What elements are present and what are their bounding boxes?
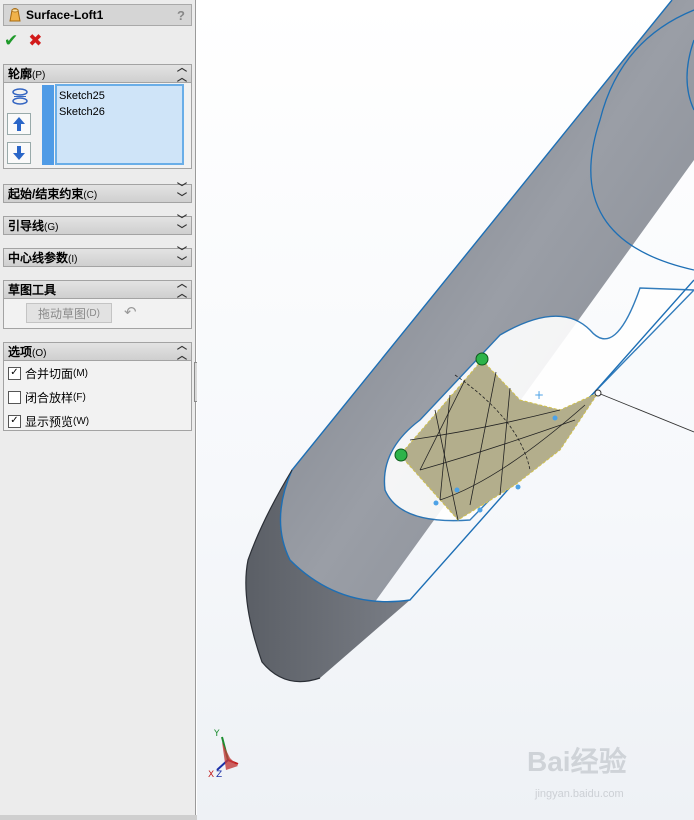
centerline-parameters-label: 中心线参数(I) [8, 251, 78, 265]
help-icon[interactable]: ? [177, 8, 185, 23]
drag-sketch-button[interactable]: 拖动草图 (D) [26, 303, 112, 323]
start-end-constraints-label: 起始/结束约束(C) [8, 187, 98, 201]
profile-icon [9, 86, 31, 108]
feature-title: Surface-Loft1 [26, 8, 104, 22]
sketch-tools-body: 拖动草图 (D) ↶ [3, 299, 192, 329]
close-loft-option[interactable]: 闭合放样 (F) [8, 389, 86, 406]
option-label: 显示预览 [25, 415, 74, 429]
profile-section-body: Sketch25 Sketch26 [3, 83, 192, 169]
loft-connector-point [475, 352, 489, 366]
property-manager: Surface-Loft1 ? ✔ ✖ 轮廓(P) ︿ ︿ Sketch25 S… [0, 0, 197, 820]
show-preview-option[interactable]: ✓ 显示预览 (W) [8, 413, 89, 430]
move-down-button[interactable] [7, 142, 31, 164]
sketch-endpoint [594, 389, 602, 397]
triad-y-label: Y [213, 729, 220, 739]
options-body: ✓ 合并切面 (M) 闭合放样 (F) ✓ 显示预览 (W) [3, 361, 192, 431]
profile-section-header[interactable]: 轮廓(P) ︿ ︿ [3, 63, 192, 84]
loft-connector-point [394, 448, 408, 462]
option-label: 闭合放样 [25, 391, 74, 405]
start-end-constraints-header[interactable]: 起始/结束约束(C) ﹀ ﹀ [3, 183, 192, 204]
guide-curves-header[interactable]: 引导线(G) ﹀ ﹀ [3, 215, 192, 236]
start-end-constraints-section: 起始/结束约束(C) ﹀ ﹀ [3, 183, 192, 204]
loft-feature-icon [9, 8, 21, 22]
sketch-tools-label: 草图工具 [8, 283, 57, 297]
centerline-parameters-section: 中心线参数(I) ﹀ ﹀ [3, 247, 192, 268]
arrow-up-icon [13, 117, 25, 131]
collapse-chevron-icon[interactable]: ︿ ︿ [177, 341, 187, 362]
options-section: 选项(O) ︿ ︿ ✓ 合并切面 (M) 闭合放样 (F) ✓ 显示预览 (W) [3, 341, 192, 431]
feature-title-bar: Surface-Loft1 ? [3, 4, 192, 26]
checkbox-checked[interactable]: ✓ [8, 415, 21, 428]
ok-check-icon[interactable]: ✔ [4, 32, 18, 50]
options-label: 选项(O) [8, 345, 47, 359]
watermark-url: jingyan.baidu.com [535, 788, 624, 800]
confirm-row: ✔ ✖ [4, 32, 43, 50]
guide-curves-label: 引导线(G) [8, 219, 59, 233]
move-up-button[interactable] [7, 113, 31, 135]
profile-section-label: 轮廓(P) [8, 67, 46, 81]
panel-bottom-bar [0, 815, 197, 820]
profile-section: 轮廓(P) ︿ ︿ Sketch25 Sketch26 [3, 63, 192, 169]
option-shortcut: (M) [73, 368, 89, 379]
arrow-down-icon [13, 146, 25, 160]
cancel-x-icon[interactable]: ✖ [28, 32, 42, 50]
profile-listbox[interactable]: Sketch25 Sketch26 [55, 84, 184, 165]
centerline-parameters-header[interactable]: 中心线参数(I) ﹀ ﹀ [3, 247, 192, 268]
origin-plus: + [534, 388, 544, 402]
option-label: 合并切面 [25, 367, 74, 381]
triad-icon [216, 736, 239, 771]
sketch-tools-section: 草图工具 ︿ ︿ 拖动草图 (D) ↶ [3, 279, 192, 329]
undo-icon[interactable]: ↶ [124, 303, 137, 321]
triad-z-label: Z [216, 770, 222, 780]
profile-color-bar [42, 85, 54, 165]
collapse-chevron-icon[interactable]: ︿ ︿ [177, 279, 187, 300]
checkbox-unchecked[interactable] [8, 391, 21, 404]
options-header[interactable]: 选项(O) ︿ ︿ [3, 341, 192, 362]
merge-tangent-faces-option[interactable]: ✓ 合并切面 (M) [8, 365, 88, 382]
checkbox-checked[interactable]: ✓ [8, 367, 21, 380]
expand-chevron-icon[interactable]: ﹀ ﹀ [177, 183, 187, 204]
graphics-viewport[interactable]: + Y X Z Bai经验 jingyan.baidu.com [197, 0, 694, 820]
expand-chevron-icon[interactable]: ﹀ ﹀ [177, 215, 187, 236]
sketch-line [597, 392, 694, 433]
collapse-chevron-icon[interactable]: ︿ ︿ [177, 63, 187, 84]
list-item[interactable]: Sketch25 [59, 88, 180, 104]
option-shortcut: (W) [73, 416, 90, 427]
option-shortcut: (F) [73, 392, 86, 403]
expand-chevron-icon[interactable]: ﹀ ﹀ [177, 247, 187, 268]
triad-x-label: X [208, 770, 214, 780]
guide-curves-section: 引导线(G) ﹀ ﹀ [3, 215, 192, 236]
model-view: + Y X Z [208, 0, 694, 780]
sketch-tools-header[interactable]: 草图工具 ︿ ︿ [3, 279, 192, 300]
list-item[interactable]: Sketch26 [59, 104, 180, 120]
watermark-logo: Bai经验 [527, 746, 627, 777]
